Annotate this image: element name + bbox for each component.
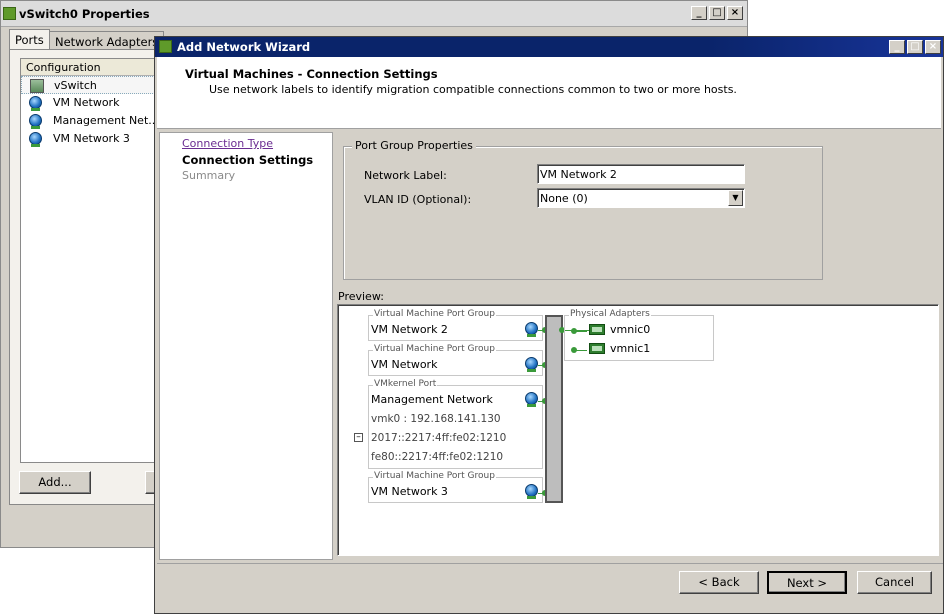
network-label-input[interactable] [537, 164, 745, 184]
wizard-header: Virtual Machines - Connection Settings U… [157, 57, 941, 129]
port-group-vm-network[interactable]: Virtual Machine Port Group VM Network [368, 344, 543, 376]
physical-adapters-caption: Physical Adapters [569, 309, 651, 319]
wizard-steps: Connection Type Connection Settings Summ… [159, 132, 333, 560]
port-group-name: VM Network [371, 358, 438, 371]
list-item-label: VM Network [53, 96, 120, 109]
add-network-wizard: Add Network Wizard _ □ × Virtual Machine… [154, 36, 944, 614]
port-group-management-network[interactable]: VMkernel Port Management Network vmk0 : … [368, 379, 543, 469]
nic-icon [589, 343, 605, 354]
network-icon [29, 96, 42, 111]
network-icon [525, 392, 538, 407]
connector-line [575, 350, 587, 351]
connector-line [575, 331, 587, 332]
list-header-configuration[interactable]: Configuration [21, 59, 169, 76]
vlan-id-value: None (0) [540, 192, 588, 205]
adapter-label: vmnic1 [610, 342, 651, 355]
list-item-vm-network-3[interactable]: VM Network 3 [21, 130, 169, 148]
port-group-properties: Port Group Properties Network Label: VLA… [343, 139, 823, 280]
port-group-name: VM Network 2 [371, 323, 448, 336]
close-icon[interactable]: × [925, 40, 941, 54]
network-icon [29, 114, 42, 129]
back-button[interactable]: < Back [679, 571, 759, 594]
minimize-icon[interactable]: _ [889, 40, 905, 54]
preview-pane: Virtual Machine Port Group VM Network 2 … [337, 304, 939, 556]
vmkernel-ip-line: vmk0 : 192.168.141.130 [371, 413, 501, 425]
preview-label: Preview: [338, 290, 384, 303]
adapter-vmnic0[interactable]: vmnic0 [589, 323, 650, 336]
vswitch-bar[interactable] [545, 315, 563, 503]
port-group-name: Management Network [371, 393, 493, 406]
port-group-caption: Virtual Machine Port Group [373, 309, 496, 319]
adapter-label: vmnic0 [610, 323, 651, 336]
switch-icon [30, 79, 44, 93]
chevron-down-icon[interactable]: ▼ [728, 190, 743, 206]
network-icon [525, 322, 538, 337]
app-icon [159, 40, 172, 53]
collapse-icon[interactable]: – [354, 433, 363, 442]
vlan-id-label: VLAN ID (Optional): [364, 193, 472, 206]
nic-icon [589, 324, 605, 335]
list-item-vm-network[interactable]: VM Network [21, 94, 169, 112]
wizard-button-bar: < Back Next > Cancel [157, 563, 943, 613]
wizard-titlebar[interactable]: Add Network Wizard _ □ × [155, 37, 943, 57]
network-icon [29, 132, 42, 147]
port-group-name: VM Network 3 [371, 485, 448, 498]
page-title: Virtual Machines - Connection Settings [185, 67, 438, 81]
maximize-icon[interactable]: □ [709, 6, 725, 20]
network-label-label: Network Label: [364, 169, 447, 182]
list-item-label: Management Net... [53, 114, 159, 127]
physical-adapters: Physical Adapters vmnic0 vmnic1 [564, 309, 714, 361]
close-icon[interactable]: × [727, 6, 743, 20]
back-window-titlebar[interactable]: vSwitch0 Properties _ □ × [1, 1, 747, 27]
wizard-window-controls: _ □ × [889, 40, 941, 54]
adapter-vmnic1[interactable]: vmnic1 [589, 342, 650, 355]
back-window-title: vSwitch0 Properties [19, 7, 150, 21]
list-item-label: VM Network 3 [53, 132, 130, 145]
port-group-caption: Virtual Machine Port Group [373, 344, 496, 354]
list-item-label: vSwitch [54, 79, 97, 92]
port-list[interactable]: Configuration vSwitch VM Network Managem… [20, 58, 170, 463]
minimize-icon[interactable]: _ [691, 6, 707, 20]
maximize-icon[interactable]: □ [907, 40, 923, 54]
wizard-content: Port Group Properties Network Label: VLA… [335, 132, 941, 560]
list-item-vswitch[interactable]: vSwitch [21, 76, 169, 94]
step-summary: Summary [182, 169, 236, 182]
port-group-vm-network-2[interactable]: Virtual Machine Port Group VM Network 2 [368, 309, 543, 341]
port-group-legend: Port Group Properties [352, 139, 476, 152]
step-connection-settings: Connection Settings [182, 153, 314, 167]
network-icon [525, 484, 538, 499]
port-group-caption: Virtual Machine Port Group [373, 471, 496, 481]
cancel-button[interactable]: Cancel [857, 571, 932, 594]
vlan-id-select[interactable]: None (0) ▼ [537, 188, 745, 208]
vmkernel-ipv6-link-line: fe80::2217:4ff:fe02:1210 [371, 451, 504, 463]
next-button[interactable]: Next > [767, 571, 847, 594]
step-connection-type[interactable]: Connection Type [182, 137, 273, 150]
app-icon [3, 7, 16, 20]
port-group-vm-network-3[interactable]: Virtual Machine Port Group VM Network 3 [368, 471, 543, 503]
page-subtitle: Use network labels to identify migration… [209, 83, 737, 96]
tab-network-adapters[interactable]: Network Adapters [49, 31, 165, 51]
port-group-caption: VMkernel Port [373, 379, 438, 389]
wizard-title: Add Network Wizard [177, 40, 311, 54]
list-item-management-network[interactable]: Management Net... [21, 112, 169, 130]
back-window-controls: _ □ × [691, 6, 743, 20]
network-icon [525, 357, 538, 372]
vmkernel-ipv6-line: 2017::2217:4ff:fe02:1210 [371, 432, 507, 444]
tab-ports[interactable]: Ports [9, 29, 50, 49]
add-button[interactable]: Add... [19, 471, 91, 494]
